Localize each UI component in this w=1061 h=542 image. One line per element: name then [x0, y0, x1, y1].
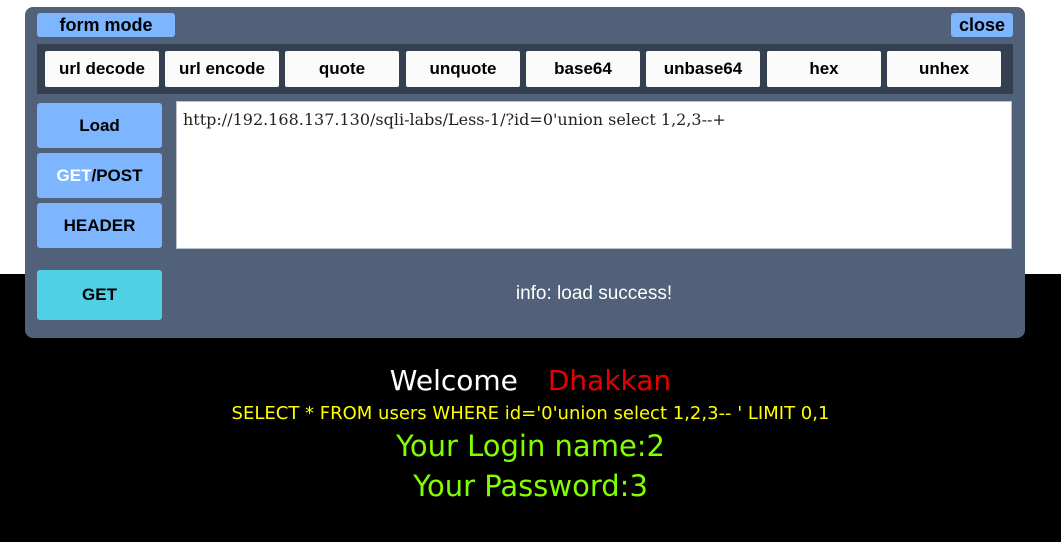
- quote-button[interactable]: quote: [285, 51, 399, 87]
- base64-button[interactable]: base64: [526, 51, 640, 87]
- info-status-text: info: load success!: [515, 283, 673, 304]
- query-result: Welcome Dhakkan SELECT * FROM users WHERE…: [0, 360, 1061, 506]
- form-mode-button[interactable]: form mode: [37, 13, 175, 37]
- url-decode-button[interactable]: url decode: [45, 51, 159, 87]
- url-input[interactable]: [176, 101, 1012, 249]
- url-encode-button[interactable]: url encode: [165, 51, 279, 87]
- encode-toolbar: url decode url encode quote unquote base…: [37, 44, 1013, 94]
- method-post-label: /POST: [91, 166, 143, 185]
- execute-get-button[interactable]: GET: [37, 270, 162, 320]
- header-button[interactable]: HEADER: [37, 203, 162, 248]
- welcome-line: Welcome Dhakkan: [0, 360, 1061, 402]
- unhex-button[interactable]: unhex: [887, 51, 1001, 87]
- load-button[interactable]: Load: [37, 103, 162, 148]
- sql-query-text: SELECT * FROM users WHERE id='0'union se…: [231, 403, 830, 424]
- unbase64-button[interactable]: unbase64: [646, 51, 760, 87]
- login-name-text: Your Login name:2: [395, 429, 666, 463]
- close-button[interactable]: close: [951, 13, 1013, 37]
- method-get-label: GET: [56, 166, 92, 185]
- username-text: Dhakkan: [547, 364, 672, 397]
- hex-button[interactable]: hex: [767, 51, 881, 87]
- get-post-toggle-button[interactable]: GET/POST: [37, 153, 162, 198]
- unquote-button[interactable]: unquote: [406, 51, 520, 87]
- welcome-text: Welcome: [389, 364, 518, 397]
- password-text: Your Password:3: [413, 469, 648, 503]
- hackbar-panel: form mode close url decode url encode qu…: [25, 7, 1025, 338]
